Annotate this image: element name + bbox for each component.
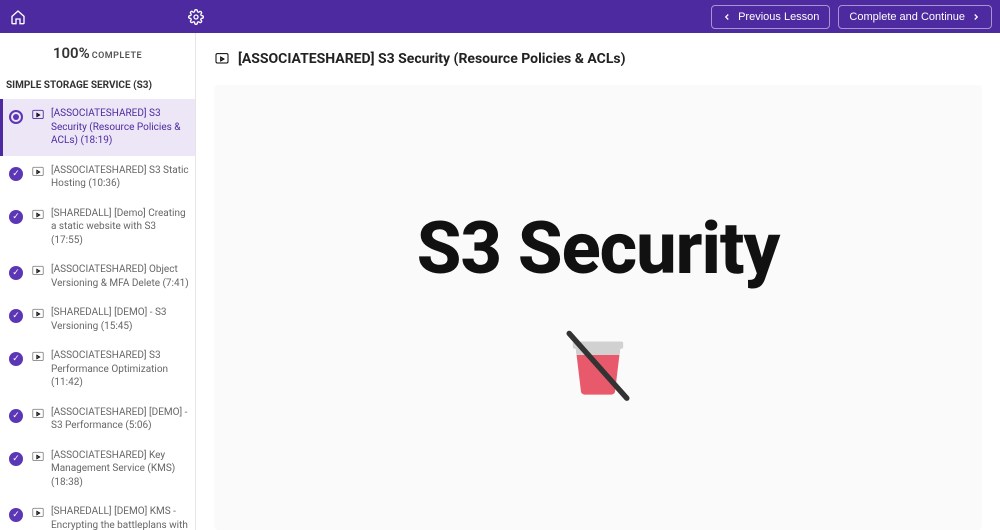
main-content: [ASSOCIATESHARED] S3 Security (Resource … (196, 33, 1000, 530)
status-complete-icon: ✓ (7, 264, 25, 282)
lesson-body: [SHAREDALL] [DEMO] KMS - Encrypting the … (31, 505, 189, 530)
video-slide[interactable]: S3 Security (214, 85, 982, 530)
lesson-label: [ASSOCIATESHARED] [DEMO] - S3 Performanc… (51, 406, 189, 433)
previous-lesson-button[interactable]: Previous Lesson (711, 5, 830, 29)
play-video-icon (214, 51, 230, 67)
status-complete-icon: ✓ (7, 407, 25, 425)
lesson-body: [ASSOCIATESHARED] [DEMO] - S3 Performanc… (31, 406, 189, 433)
lesson-label: [ASSOCIATESHARED] Key Management Service… (51, 449, 189, 490)
lesson-item[interactable]: ✓ [SHAREDALL] [Demo] Creating a static we… (0, 199, 195, 256)
header-left (8, 7, 206, 27)
lesson-body: [SHAREDALL] [Demo] Creating a static web… (31, 207, 189, 248)
lesson-item[interactable]: ✓ [SHAREDALL] [DEMO] - S3 Versioning (15:… (0, 298, 195, 341)
play-video-icon (31, 165, 45, 179)
play-video-icon (31, 450, 45, 464)
lesson-body: [ASSOCIATESHARED] Object Versioning & MF… (31, 263, 189, 290)
lesson-list: [ASSOCIATESHARED] S3 Security (Resource … (0, 99, 195, 530)
lesson-body: [ASSOCIATESHARED] Key Management Service… (31, 449, 189, 490)
lesson-item[interactable]: [ASSOCIATESHARED] S3 Security (Resource … (0, 99, 195, 156)
sidebar[interactable]: 100%COMPLETE SIMPLE STORAGE SERVICE (S3)… (0, 33, 196, 530)
play-video-icon (31, 350, 45, 364)
lesson-item[interactable]: ✓ [ASSOCIATESHARED] S3 Performance Optimi… (0, 341, 195, 398)
header-right: Previous Lesson Complete and Continue (711, 5, 992, 29)
previous-lesson-label: Previous Lesson (738, 11, 819, 23)
status-complete-icon: ✓ (7, 165, 25, 183)
status-complete-icon: ✓ (7, 506, 25, 524)
lesson-item[interactable]: ✓ [ASSOCIATESHARED] Object Versioning & M… (0, 255, 195, 298)
progress-label: COMPLETE (92, 51, 142, 61)
status-complete-icon: ✓ (7, 208, 25, 226)
status-complete-icon: ✓ (7, 350, 25, 368)
status-current-icon (7, 108, 25, 126)
lesson-item[interactable]: ✓ [SHAREDALL] [DEMO] KMS - Encrypting the… (0, 497, 195, 530)
chevron-right-icon (971, 12, 981, 22)
lesson-label: [SHAREDALL] [DEMO] KMS - Encrypting the … (51, 505, 189, 530)
progress-percent: 100% (53, 44, 90, 62)
lesson-item[interactable]: ✓ [ASSOCIATESHARED] S3 Static Hosting (10… (0, 156, 195, 199)
lesson-item[interactable]: ✓ [ASSOCIATESHARED] Key Management Servic… (0, 441, 195, 498)
lesson-body: [ASSOCIATESHARED] S3 Performance Optimiz… (31, 349, 189, 390)
lesson-label: [ASSOCIATESHARED] S3 Performance Optimiz… (51, 349, 189, 390)
play-video-icon (31, 307, 45, 321)
layout: 100%COMPLETE SIMPLE STORAGE SERVICE (S3)… (0, 33, 1000, 530)
complete-continue-button[interactable]: Complete and Continue (838, 5, 992, 29)
lesson-title-row: [ASSOCIATESHARED] S3 Security (Resource … (214, 51, 982, 67)
lesson-label: [ASSOCIATESHARED] Object Versioning & MF… (51, 263, 189, 290)
play-video-icon (31, 108, 45, 122)
section-title: SIMPLE STORAGE SERVICE (S3) (0, 72, 195, 99)
lesson-body: [SHAREDALL] [DEMO] - S3 Versioning (15:4… (31, 306, 189, 333)
play-video-icon (31, 264, 45, 278)
bucket-blocked-icon (553, 319, 643, 409)
lesson-title: [ASSOCIATESHARED] S3 Security (Resource … (238, 51, 626, 67)
lesson-body: [ASSOCIATESHARED] S3 Security (Resource … (31, 107, 189, 148)
progress-block: 100%COMPLETE (0, 33, 195, 72)
status-complete-icon: ✓ (7, 307, 25, 325)
status-complete-icon: ✓ (7, 450, 25, 468)
lesson-label: [SHAREDALL] [Demo] Creating a static web… (51, 207, 189, 248)
play-video-icon (31, 208, 45, 222)
top-header: Previous Lesson Complete and Continue (0, 0, 1000, 33)
chevron-left-icon (722, 12, 732, 22)
home-icon[interactable] (8, 7, 28, 27)
lesson-label: [ASSOCIATESHARED] S3 Static Hosting (10:… (51, 164, 189, 191)
gear-icon[interactable] (186, 7, 206, 27)
lesson-body: [ASSOCIATESHARED] S3 Static Hosting (10:… (31, 164, 189, 191)
lesson-label: [SHAREDALL] [DEMO] - S3 Versioning (15:4… (51, 306, 189, 333)
slide-heading: S3 Security (417, 206, 779, 291)
complete-continue-label: Complete and Continue (849, 11, 965, 23)
lesson-item[interactable]: ✓ [ASSOCIATESHARED] [DEMO] - S3 Performan… (0, 398, 195, 441)
lesson-label: [ASSOCIATESHARED] S3 Security (Resource … (51, 107, 189, 148)
play-video-icon (31, 407, 45, 421)
play-video-icon (31, 506, 45, 520)
